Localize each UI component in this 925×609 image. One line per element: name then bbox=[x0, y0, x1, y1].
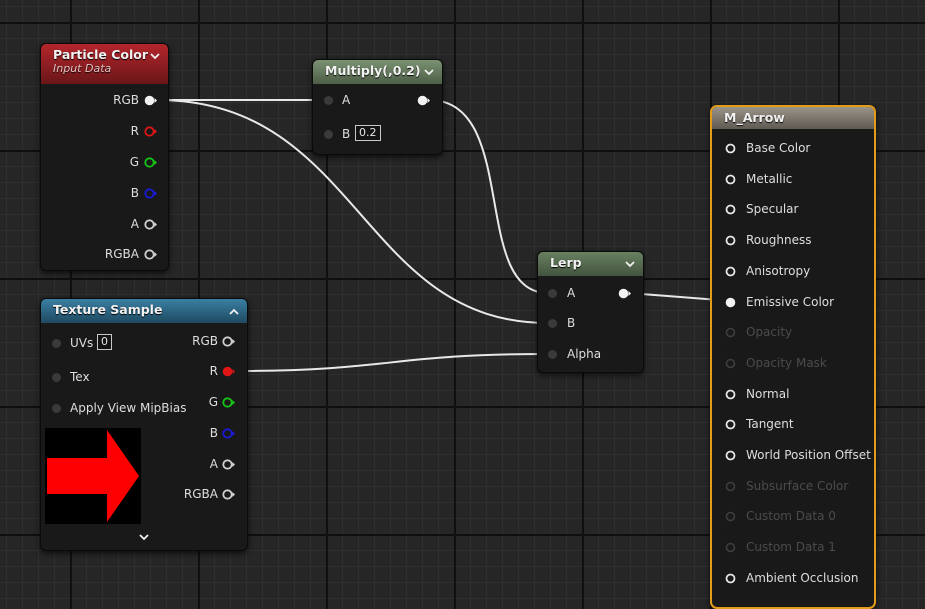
output-label-g: G bbox=[129, 155, 139, 169]
material-input-label: Roughness bbox=[746, 233, 812, 248]
texture-sample-header[interactable]: Texture Sample bbox=[41, 299, 247, 323]
output-label-a: A bbox=[209, 457, 218, 471]
input-label-a: A bbox=[342, 93, 351, 107]
input-label-apply-view-mipbias: Apply View MipBias bbox=[70, 401, 187, 415]
pin-arrow-icon[interactable] bbox=[618, 287, 631, 300]
output-label-g: G bbox=[208, 395, 218, 409]
material-input-label: Tangent bbox=[746, 417, 794, 432]
output-label-rgba: RGBA bbox=[183, 487, 218, 501]
chevron-down-icon[interactable] bbox=[623, 257, 637, 271]
node-title: Multiply(,0.2) bbox=[325, 63, 421, 78]
pin-dot-icon[interactable] bbox=[724, 142, 737, 155]
material-input-label: Ambient Occlusion bbox=[746, 570, 859, 585]
pin-arrow-icon[interactable] bbox=[222, 335, 235, 348]
input-label-alpha: Alpha bbox=[567, 347, 602, 361]
pin-dot-icon bbox=[724, 510, 737, 523]
pin-arrow-icon[interactable] bbox=[144, 218, 157, 231]
pin-dot-icon[interactable] bbox=[724, 388, 737, 401]
pin-dot-icon[interactable] bbox=[322, 94, 335, 107]
output-label-b: B bbox=[209, 426, 218, 440]
pin-dot-icon[interactable] bbox=[546, 348, 559, 361]
output-label-a: A bbox=[130, 217, 139, 231]
pin-arrow-icon[interactable] bbox=[222, 488, 235, 501]
node-title: Particle Color bbox=[53, 47, 149, 62]
output-label-b: B bbox=[130, 186, 139, 200]
node-title: M_Arrow bbox=[724, 110, 785, 125]
chevron-down-icon[interactable] bbox=[148, 49, 162, 63]
material-input-label: Metallic bbox=[746, 171, 793, 186]
pin-dot-icon[interactable] bbox=[724, 173, 737, 186]
pin-dot-icon bbox=[724, 480, 737, 493]
chevron-up-icon[interactable] bbox=[227, 304, 241, 318]
pin-dot-icon[interactable] bbox=[322, 128, 335, 141]
pin-arrow-icon[interactable] bbox=[144, 248, 157, 261]
multiply-header[interactable]: Multiply(,0.2) bbox=[313, 60, 442, 84]
pin-dot-icon[interactable] bbox=[724, 265, 737, 278]
pin-arrow-icon[interactable] bbox=[144, 187, 157, 200]
material-input-label: Subsurface Color bbox=[746, 478, 849, 493]
pin-dot-icon[interactable] bbox=[50, 402, 63, 415]
node-title: Lerp bbox=[550, 255, 582, 270]
material-input-label: Opacity Mask bbox=[746, 355, 827, 370]
pin-arrow-icon[interactable] bbox=[144, 156, 157, 169]
chevron-down-icon[interactable] bbox=[137, 530, 151, 544]
output-label-rgba: RGBA bbox=[104, 247, 139, 261]
material-input-label: Custom Data 1 bbox=[746, 540, 836, 555]
arrow-thumbnail-icon bbox=[45, 428, 141, 524]
pin-dot-icon bbox=[724, 326, 737, 339]
pin-arrow-icon[interactable] bbox=[222, 427, 235, 440]
lerp-header[interactable]: Lerp bbox=[538, 252, 643, 276]
input-label-uvs: UVs bbox=[70, 336, 94, 350]
material-input-label: Emissive Color bbox=[746, 294, 835, 309]
pin-dot-icon bbox=[724, 357, 737, 370]
pin-arrow-icon[interactable] bbox=[222, 365, 235, 378]
particle-color-header[interactable]: Particle Color Input Data bbox=[41, 44, 168, 84]
uvs-value-field[interactable]: 0 bbox=[97, 334, 112, 350]
pin-dot-icon[interactable] bbox=[50, 337, 63, 350]
input-label-b: B bbox=[342, 127, 351, 141]
pin-arrow-icon[interactable] bbox=[417, 94, 430, 107]
pin-dot-icon[interactable] bbox=[724, 234, 737, 247]
pin-dot-icon[interactable] bbox=[724, 203, 737, 216]
pin-dot-icon[interactable] bbox=[546, 317, 559, 330]
b-value-field[interactable]: 0.2 bbox=[355, 125, 381, 141]
material-input-label: Custom Data 0 bbox=[746, 509, 836, 524]
chevron-down-icon[interactable] bbox=[422, 65, 436, 79]
output-label-rgb: RGB bbox=[192, 334, 218, 348]
pin-arrow-icon[interactable] bbox=[222, 458, 235, 471]
node-subtitle: Input Data bbox=[53, 62, 112, 75]
pin-arrow-icon[interactable] bbox=[144, 125, 157, 138]
pin-dot-icon[interactable] bbox=[724, 572, 737, 585]
pin-dot-icon[interactable] bbox=[546, 287, 559, 300]
material-input-label: Base Color bbox=[746, 141, 811, 155]
material-input-label: Specular bbox=[746, 202, 799, 217]
pin-dot-icon[interactable] bbox=[50, 371, 63, 384]
material-input-label: World Position Offset bbox=[746, 448, 871, 462]
input-label-tex: Tex bbox=[70, 370, 90, 384]
material-header[interactable]: M_Arrow bbox=[712, 107, 874, 129]
output-label-r: R bbox=[209, 364, 218, 378]
pin-arrow-icon[interactable] bbox=[222, 396, 235, 409]
node-title: Texture Sample bbox=[53, 302, 163, 317]
material-input-label: Normal bbox=[746, 386, 790, 401]
input-label-b: B bbox=[567, 316, 576, 330]
wire-multiply-out-to-lerp-a bbox=[428, 99, 549, 294]
wire-texture-r-to-lerp-alpha bbox=[234, 353, 549, 372]
pin-dot-icon bbox=[724, 541, 737, 554]
pin-dot-icon[interactable] bbox=[724, 418, 737, 431]
pin-arrow-icon[interactable] bbox=[144, 94, 157, 107]
input-label-a: A bbox=[567, 286, 576, 300]
material-input-label: Anisotropy bbox=[746, 263, 811, 278]
pin-dot-icon[interactable] bbox=[724, 449, 737, 462]
material-input-label: Opacity bbox=[746, 325, 793, 340]
output-label-r: R bbox=[130, 124, 139, 138]
output-label-rgb: RGB bbox=[113, 93, 139, 107]
pin-dot-icon[interactable] bbox=[724, 296, 737, 309]
